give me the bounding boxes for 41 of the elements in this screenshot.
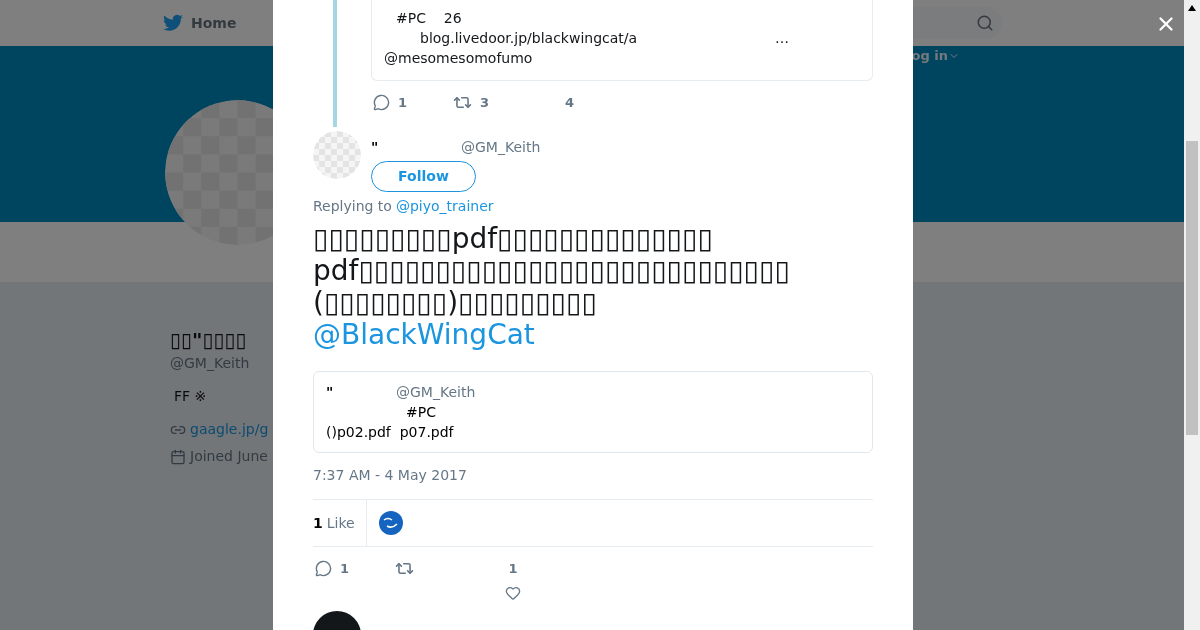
tweet-text: (▯▯▯▯▯▯▯▯)▯▯▯▯▯▯▯▯▯ [313,287,597,319]
scroll-up-arrow-icon[interactable] [1188,5,1196,11]
profile-handle: @GM_Keith [170,354,250,373]
profile-name: ▯▯"▯▯▯▯ [170,328,247,353]
tweet-text: pdf▯▯▯▯▯▯▯▯▯▯▯▯▯▯▯▯▯▯▯▯▯▯▯▯▯▯▯▯ [313,255,790,287]
home-link[interactable]: Home [191,12,237,34]
reply-button[interactable]: 1 [315,559,395,579]
quote-user-name: " [326,383,335,402]
quoted-text: blog.livedoor.jp/blackwingcat/a [420,29,638,48]
reply-button[interactable]: 1 [373,93,453,113]
replying-label: Replying to [313,197,392,216]
search-icon [976,14,994,32]
user-avatar [313,131,361,179]
tweet-text: ▯▯▯▯▯▯▯▯▯pdf▯▯▯▯▯▯▯▯▯▯▯▯▯▯ [313,223,713,255]
joined-date: Joined June [190,447,268,466]
user-handle: @GM_Keith [461,138,541,157]
reply-icon [315,560,332,578]
like-button[interactable]: 1 [505,559,521,601]
mention-link[interactable]: @BlackWingCat [313,319,535,351]
heart-icon [505,584,521,601]
ellipsis: … [775,29,790,48]
bird-icon [163,14,183,32]
user-name: " [371,138,380,157]
scrollbar-thumb[interactable] [1186,141,1198,435]
reply-icon [373,94,390,112]
profile-link[interactable]: gaagle.jp/g [190,419,269,440]
quote-text: ()p02.pdf p07.pdf [326,424,454,440]
quote-user-handle: @GM_Keith [396,383,476,402]
like-button[interactable]: 4 [565,93,575,113]
retweet-button[interactable]: 3 [453,93,565,113]
tweet-timestamp: 7:37 AM - 4 May 2017 [313,466,468,485]
login-menu[interactable]: og in [911,50,960,62]
liker-avatar[interactable] [378,511,403,535]
quoted-text: #PC 26 [396,9,462,28]
calendar-icon [170,448,186,465]
reply-mention-link[interactable]: @piyo_trainer [395,196,494,217]
profile-bio: FF ※ [173,387,207,406]
quote-text: #PC [406,404,436,420]
like-count: 1 [313,513,323,533]
like-label: Like [326,513,355,533]
quoted-text: @mesomesomofumo [384,49,533,68]
